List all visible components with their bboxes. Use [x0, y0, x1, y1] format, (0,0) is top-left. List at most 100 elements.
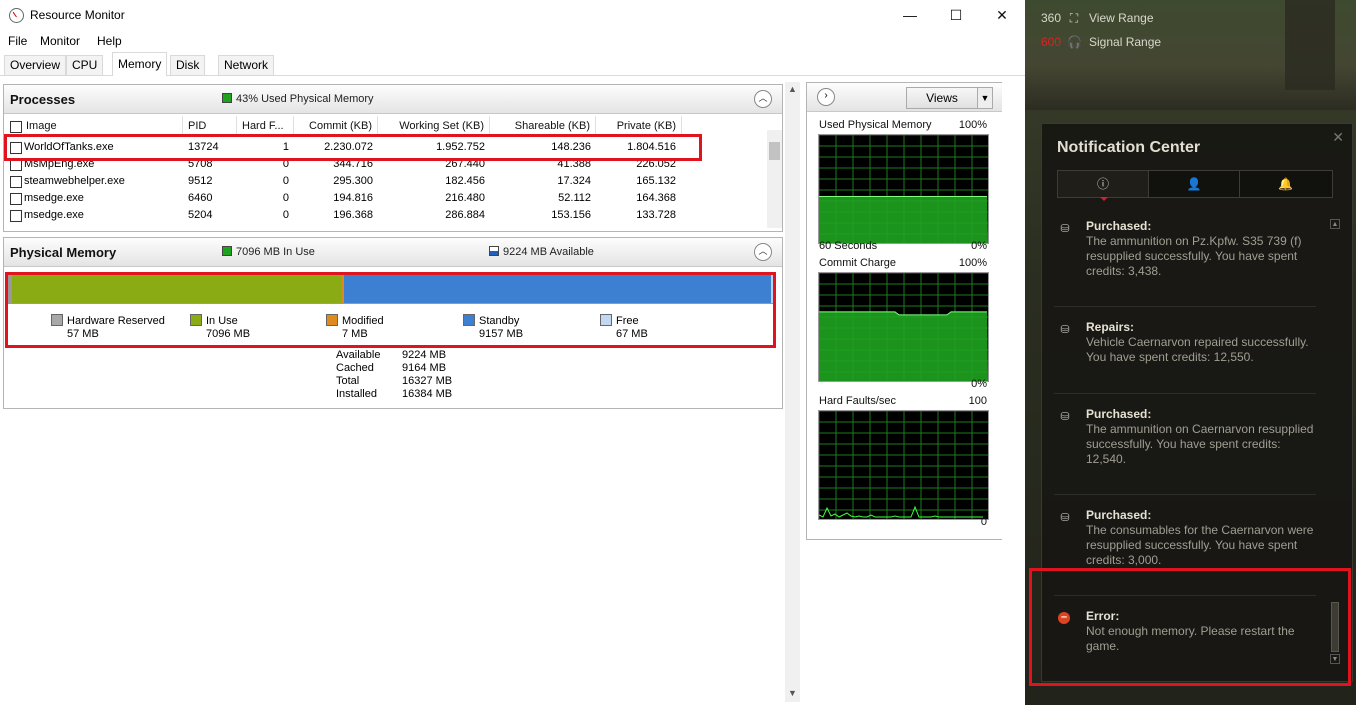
process-row[interactable]: MsMpEng.exe 5708 0 344.716 267.440 41.388 226.…: [4, 158, 684, 173]
tab-alerts[interactable]: 🔔: [1240, 171, 1331, 197]
notification-scroll-down-icon[interactable]: ▼: [1330, 654, 1340, 664]
stat-label: Total: [336, 375, 360, 387]
stat-label: Installed: [336, 388, 377, 400]
processes-section: Processes 43% Used Physical Memory ︿ Ima…: [3, 84, 783, 232]
legend-swatch-icon: [51, 314, 63, 326]
tab-cpu[interactable]: CPU: [66, 55, 104, 75]
expand-graphs-icon[interactable]: ›: [817, 88, 835, 106]
col-image[interactable]: Image: [21, 116, 183, 137]
col-private[interactable]: Private (KB): [596, 116, 682, 137]
legend-label: In Use: [206, 315, 238, 327]
processes-column-header: Image PID Hard F... Commit (KB) Working …: [4, 116, 767, 137]
menu-help[interactable]: Help: [97, 34, 122, 48]
minimize-button[interactable]: —: [887, 0, 933, 31]
stat-value: 9164 MB: [402, 362, 447, 374]
bell-icon: 🔔: [1278, 177, 1293, 191]
col-hard-faults[interactable]: Hard F...: [237, 116, 294, 137]
blue-swatch-icon: [489, 246, 499, 256]
col-working-set[interactable]: Working Set (KB): [378, 116, 490, 137]
process-ws: 1.952.752: [436, 141, 485, 153]
process-ws: 182.456: [445, 175, 485, 187]
col-commit[interactable]: Commit (KB): [294, 116, 378, 137]
process-ws: 216.480: [445, 192, 485, 204]
views-dropdown-icon[interactable]: ▼: [977, 87, 993, 109]
process-checkbox[interactable]: [10, 159, 22, 171]
maximize-button[interactable]: ☐: [933, 0, 979, 31]
view-range-value: 360: [1041, 11, 1062, 25]
tab-disk[interactable]: Disk: [170, 55, 206, 75]
legend-value: 9157 MB: [479, 328, 524, 340]
processes-header[interactable]: Processes 43% Used Physical Memory ︿: [4, 85, 782, 114]
memory-band-free: [770, 275, 774, 303]
legend-value: 67 MB: [616, 328, 648, 340]
process-image: MsMpEng.exe: [24, 158, 95, 170]
available-text: 9224 MB Available: [503, 246, 594, 258]
process-pid: 5204: [188, 209, 213, 221]
physical-memory-section: Physical Memory 7096 MB In Use 9224 MB A…: [3, 237, 783, 409]
left-pane-scrollbar[interactable]: ▲ ▼: [785, 82, 800, 702]
commit-charge-graph-max: 100%: [958, 257, 987, 269]
commit-charge-graph-title: Commit Charge: [819, 257, 897, 269]
tab-overview[interactable]: Overview: [4, 55, 67, 75]
views-button[interactable]: Views: [906, 87, 978, 109]
process-hf: 1: [282, 141, 289, 153]
notification-body: The consumables for the Caernarvon were …: [1086, 523, 1314, 567]
notification-body: The ammunition on Pz.Kpfw. S35 739 (f) r…: [1086, 234, 1302, 278]
window-title: Resource Monitor: [30, 8, 125, 22]
available-info: 9224 MB Available: [489, 246, 594, 258]
tab-info[interactable]: ⓘ: [1058, 171, 1149, 201]
process-row[interactable]: msedge.exe 5204 0 196.368 286.884 153.156 133.…: [4, 207, 684, 224]
used-physical-memory-graph: [818, 134, 989, 244]
headset-icon: 🎧: [1067, 35, 1082, 49]
notification-close-icon[interactable]: ✕: [1332, 129, 1344, 146]
credits-icon: ⛁: [1060, 223, 1070, 235]
notification-scrollbar[interactable]: ▲ ▼: [1330, 219, 1340, 664]
stat-available: Available 9224 MB: [336, 349, 536, 362]
scroll-up-icon[interactable]: ▲: [788, 84, 797, 94]
processes-scrollbar[interactable]: [767, 130, 782, 228]
col-shareable[interactable]: Shareable (KB): [490, 116, 596, 137]
hard-faults-graph: [818, 410, 989, 520]
collapse-physical-memory-icon[interactable]: ︿: [754, 243, 772, 261]
process-share: 17.324: [557, 175, 591, 187]
col-pid[interactable]: PID: [183, 116, 237, 137]
legend-label: Hardware Reserved: [67, 315, 165, 327]
info-icon: ⓘ: [1096, 177, 1109, 191]
window-right-edge: [1002, 82, 1025, 705]
process-row[interactable]: WorldOfTanks.exe 13724 1 2.230.072 1.952.752…: [4, 139, 684, 156]
notification-scroll-up-icon[interactable]: ▲: [1330, 219, 1340, 229]
close-button[interactable]: ✕: [979, 0, 1025, 31]
tab-contacts[interactable]: 👤: [1149, 171, 1240, 197]
signal-range-label: Signal Range: [1089, 35, 1162, 49]
legend-hardware-reserved: Hardware Reserved 57 MB: [51, 314, 165, 340]
process-checkbox[interactable]: [10, 210, 22, 222]
process-commit: 295.300: [333, 175, 373, 187]
title-bar: Resource Monitor — ☐ ✕: [0, 0, 1025, 31]
process-row[interactable]: msedge.exe 6460 0 194.816 216.480 52.112 164.3…: [4, 190, 684, 207]
stat-cached: Cached 9164 MB: [336, 362, 536, 375]
green-swatch-icon: [222, 93, 232, 103]
scroll-down-icon[interactable]: ▼: [788, 688, 797, 698]
process-image: msedge.exe: [24, 209, 84, 221]
tab-memory[interactable]: Memory: [112, 52, 168, 76]
processes-scroll-thumb[interactable]: [769, 142, 780, 160]
process-row[interactable]: steamwebhelper.exe 9512 0 295.300 182.456 17.…: [4, 173, 684, 190]
legend-standby: Standby 9157 MB: [463, 314, 523, 340]
process-checkbox[interactable]: [10, 176, 22, 188]
notification-scroll-thumb[interactable]: [1331, 602, 1339, 652]
legend-swatch-icon: [600, 314, 612, 326]
process-commit: 194.816: [333, 192, 373, 204]
physical-memory-header[interactable]: Physical Memory 7096 MB In Use 9224 MB A…: [4, 238, 782, 267]
green-swatch-icon: [222, 246, 232, 256]
collapse-processes-icon[interactable]: ︿: [754, 90, 772, 108]
notification-center-title: Notification Center: [1057, 139, 1201, 156]
notification-center: ✕ Notification Center ⓘ 👤 🔔 ⛁ Purchased: T…: [1041, 123, 1353, 682]
process-checkbox[interactable]: [10, 193, 22, 205]
menu-file[interactable]: File: [8, 34, 27, 48]
legend-swatch-icon: [190, 314, 202, 326]
menu-bar: File Monitor Help: [0, 31, 1025, 51]
process-checkbox[interactable]: [10, 142, 22, 154]
menu-monitor[interactable]: Monitor: [40, 34, 80, 48]
tab-network[interactable]: Network: [218, 55, 275, 75]
process-commit: 344.716: [333, 158, 373, 170]
